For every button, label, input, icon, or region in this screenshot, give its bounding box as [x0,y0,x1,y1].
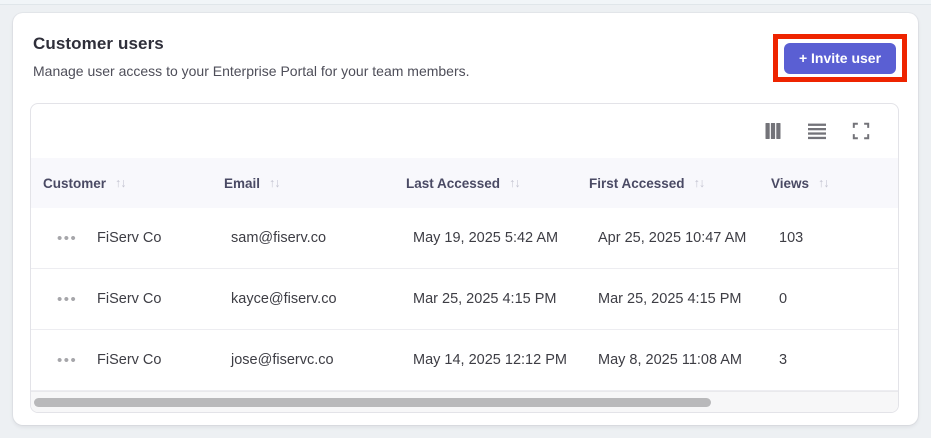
page-title: Customer users [33,34,164,53]
table-row: ••• FiServ Co sam@fiserv.co May 19, 2025… [31,208,898,269]
fullscreen-button[interactable] [850,120,872,142]
column-header-customer[interactable]: Customer ↑↓ [43,176,224,191]
table-header-row: Customer ↑↓ Email ↑↓ Last Accessed ↑↓ Fi… [31,158,898,208]
cell-last-accessed: May 14, 2025 12:12 PM [413,352,567,368]
row-menu-button[interactable]: ••• [57,231,97,246]
column-label: Views [771,175,810,191]
cell-views: 3 [779,352,788,368]
cell-first-accessed: Apr 25, 2025 10:47 AM [598,230,747,246]
column-header-views[interactable]: Views ↑↓ [771,176,898,191]
columns-icon [763,121,783,141]
density-lines-icon [807,121,827,141]
invite-user-button[interactable]: + Invite user [784,42,896,74]
customer-users-card: Customer users Manage user access to you… [13,13,918,425]
top-edge-strip [0,0,931,5]
columns-visibility-button[interactable] [762,120,784,142]
fullscreen-icon [852,122,870,140]
cell-customer: FiServ Co [97,291,162,307]
row-density-button[interactable] [806,120,828,142]
cell-views: 0 [779,291,788,307]
cell-first-accessed: Mar 25, 2025 4:15 PM [598,291,742,307]
horizontal-scrollbar-thumb[interactable] [34,398,711,407]
sort-arrows-icon: ↑↓ [818,176,829,190]
cell-first-accessed: May 8, 2025 11:08 AM [598,352,743,368]
sort-arrows-icon: ↑↓ [693,176,705,190]
column-label: Customer [43,175,107,191]
cell-email: jose@fiservc.co [231,352,334,368]
column-label: First Accessed [589,175,685,191]
page-subtitle: Manage user access to your Enterprise Po… [33,63,470,79]
horizontal-scrollbar-track[interactable] [31,391,898,412]
sort-arrows-icon: ↑↓ [509,176,520,190]
table-row: ••• FiServ Co jose@fiservc.co May 14, 20… [31,330,898,391]
cell-email: sam@fiserv.co [231,230,327,246]
column-label: Last Accessed [406,175,501,191]
annotation-highlight-box: + Invite user [773,34,907,82]
users-table-container: Customer ↑↓ Email ↑↓ Last Accessed ↑↓ Fi… [30,103,899,413]
column-header-email[interactable]: Email ↑↓ [224,176,406,191]
cell-last-accessed: Mar 25, 2025 4:15 PM [413,291,557,307]
table-row: ••• FiServ Co kayce@fiserv.co Mar 25, 20… [31,269,898,330]
table-toolbar [31,104,898,158]
app-window: Customer users Manage user access to you… [0,0,931,438]
cell-views: 103 [779,230,804,246]
cell-customer: FiServ Co [97,230,162,246]
cell-email: kayce@fiserv.co [231,291,337,307]
column-label: Email [224,175,261,191]
cell-last-accessed: May 19, 2025 5:42 AM [413,230,559,246]
sort-arrows-icon: ↑↓ [115,176,126,190]
sort-arrows-icon: ↑↓ [269,176,280,190]
column-header-last-accessed[interactable]: Last Accessed ↑↓ [406,176,589,191]
card-header: Customer users Manage user access to you… [33,34,470,79]
column-header-first-accessed[interactable]: First Accessed ↑↓ [589,176,771,191]
cell-customer: FiServ Co [97,352,162,368]
row-menu-button[interactable]: ••• [57,353,97,368]
row-menu-button[interactable]: ••• [57,292,97,307]
